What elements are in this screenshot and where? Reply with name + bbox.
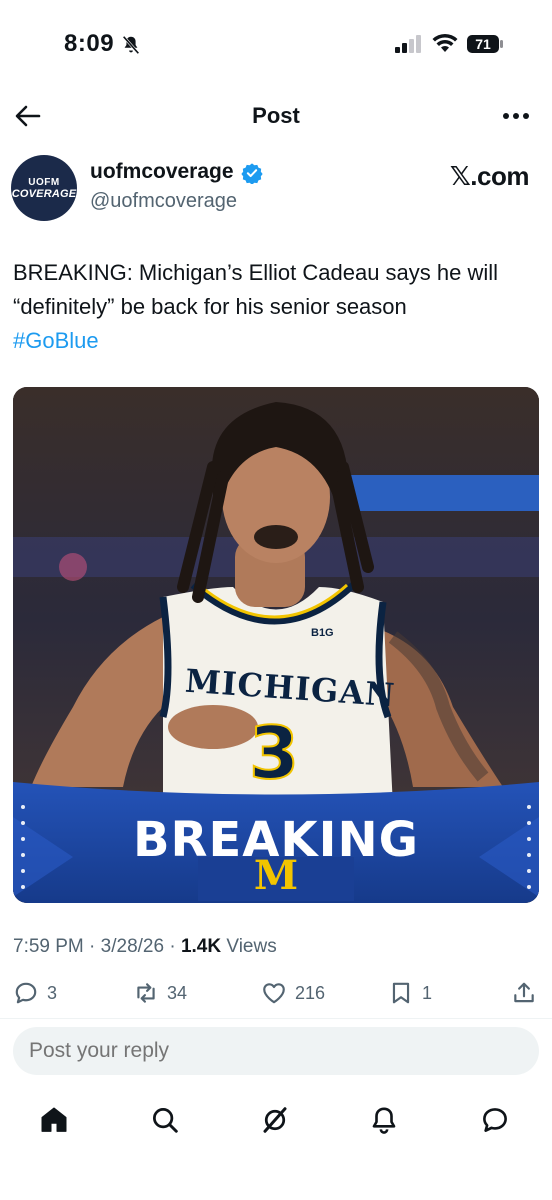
bookmark-count: 1 bbox=[422, 982, 433, 1003]
reply-button[interactable]: 3 bbox=[13, 980, 57, 1006]
tab-search[interactable] bbox=[145, 1100, 185, 1140]
views-label: Views bbox=[226, 936, 277, 957]
cellular-signal-icon bbox=[395, 35, 421, 53]
post-header: Post bbox=[0, 90, 552, 142]
meta-separator: · bbox=[89, 936, 101, 957]
post-date: 3/28/26 bbox=[100, 936, 165, 957]
avatar-text-bottom: COVERAGE bbox=[11, 187, 77, 200]
grok-icon bbox=[263, 1107, 287, 1133]
post-time: 7:59 PM bbox=[13, 936, 84, 957]
avatar-text-top: UOFM bbox=[28, 176, 60, 188]
meta-separator: · bbox=[169, 936, 181, 957]
verified-badge-icon bbox=[241, 163, 263, 184]
more-options-button[interactable] bbox=[498, 100, 534, 132]
repost-count: 34 bbox=[167, 982, 188, 1003]
search-icon bbox=[153, 1108, 178, 1133]
post-body: BREAKING: Michigan’s Elliot Cadeau says … bbox=[13, 260, 499, 319]
post-image[interactable]: B1G MICHIGAN 3 BREAKING M bbox=[13, 387, 539, 903]
share-icon bbox=[514, 982, 534, 1003]
status-time: 8:09 bbox=[64, 30, 115, 57]
home-icon bbox=[41, 1107, 67, 1132]
post-text: BREAKING: Michigan’s Elliot Cadeau says … bbox=[13, 256, 539, 358]
repost-icon bbox=[137, 983, 155, 1003]
tab-home[interactable] bbox=[34, 1100, 74, 1140]
tab-notifications[interactable] bbox=[364, 1100, 404, 1140]
page-title: Post bbox=[252, 103, 300, 128]
divider bbox=[0, 1018, 552, 1019]
x-com-badge: 𝕏.com bbox=[449, 161, 530, 191]
share-button[interactable] bbox=[511, 980, 537, 1006]
battery-level: 71 bbox=[475, 36, 491, 52]
more-horizontal-icon bbox=[503, 113, 529, 119]
repost-button[interactable]: 34 bbox=[133, 980, 187, 1006]
notifications-icon bbox=[372, 1107, 396, 1134]
author-handle[interactable]: @uofmcoverage bbox=[90, 190, 237, 213]
author-display-name[interactable]: uofmcoverage bbox=[90, 160, 234, 184]
heart-icon bbox=[263, 983, 285, 1004]
bookmark-button[interactable]: 1 bbox=[388, 980, 432, 1006]
post-meta: 7:59 PM · 3/28/26 · 1.4K Views bbox=[13, 936, 277, 958]
wifi-icon bbox=[432, 33, 458, 52]
bottom-tab-bar bbox=[0, 1090, 552, 1150]
battery-icon: 71 bbox=[466, 34, 504, 54]
bookmark-icon bbox=[392, 982, 410, 1004]
tab-grok[interactable] bbox=[255, 1100, 295, 1140]
status-bar: 8:09 71 bbox=[0, 0, 552, 90]
like-button[interactable]: 216 bbox=[261, 980, 325, 1006]
views-count: 1.4K bbox=[180, 936, 222, 957]
like-count: 216 bbox=[295, 982, 326, 1003]
reply-box[interactable] bbox=[13, 1027, 539, 1075]
tab-messages[interactable] bbox=[475, 1100, 515, 1140]
michigan-block-m-logo: M bbox=[253, 852, 299, 899]
post-actions: 3 34 216 1 bbox=[0, 980, 552, 1014]
jersey-conference-logo: B1G bbox=[311, 627, 334, 639]
bell-slash-icon bbox=[122, 35, 140, 55]
avatar[interactable]: UOFM COVERAGE bbox=[11, 155, 77, 221]
messages-icon bbox=[483, 1108, 507, 1132]
reply-icon bbox=[15, 982, 37, 1004]
reply-count: 3 bbox=[47, 982, 58, 1003]
reply-input[interactable] bbox=[29, 1039, 509, 1063]
hashtag-link[interactable]: #GoBlue bbox=[13, 328, 99, 353]
jersey-number: 3 bbox=[248, 710, 300, 796]
